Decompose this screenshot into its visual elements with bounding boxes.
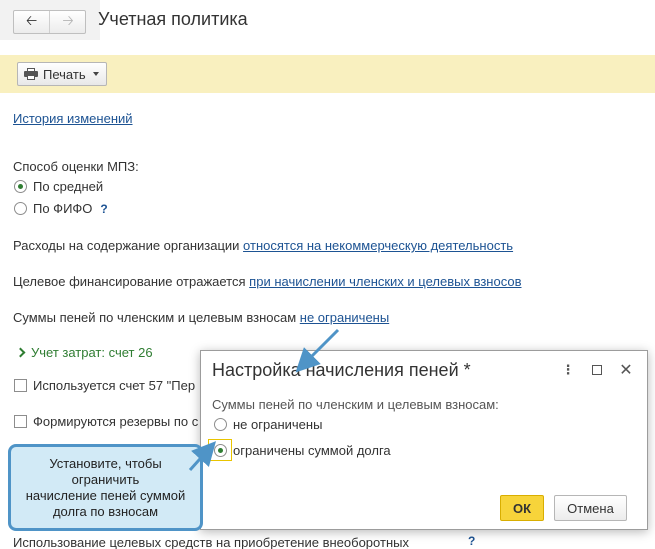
expenses-link[interactable]: относятся на некоммерческую деятельность (243, 238, 513, 253)
expenses-row: Расходы на содержание организации относя… (13, 238, 513, 253)
checkbox-label: Используется счет 57 "Пер (33, 378, 196, 393)
more-icon[interactable]: ⋮ (559, 361, 577, 379)
radio-button-checked[interactable] (214, 444, 227, 457)
help-icon[interactable]: ? (468, 534, 475, 548)
close-icon[interactable]: ✕ (617, 361, 635, 379)
radio-mpz-fifo[interactable]: По ФИФО ? (14, 201, 108, 216)
forward-button[interactable]: 🡢 (50, 11, 86, 33)
checkbox-reserves[interactable]: Формируются резервы по с (14, 414, 198, 429)
print-button-label: Печать (43, 66, 86, 82)
financing-link[interactable]: при начислении членских и целевых взносо… (249, 274, 521, 289)
dialog-title: Настройка начисления пеней * (212, 360, 471, 380)
cancel-button[interactable]: Отмена (554, 495, 627, 521)
checkbox-label: Формируются резервы по с (33, 414, 199, 429)
callout-text: Установите, чтобы ограничить начисление … (25, 455, 186, 519)
help-icon[interactable]: ? (100, 202, 107, 216)
maximize-icon[interactable] (588, 361, 606, 379)
chevron-right-icon (15, 347, 26, 358)
ok-button[interactable]: ОК (500, 495, 544, 521)
expenses-label: Расходы на содержание организации (13, 238, 240, 253)
arrow-right-icon: 🡢 (62, 12, 74, 28)
fixed-assets-row-label: Использование целевых средств на приобре… (13, 535, 409, 549)
checkbox[interactable] (14, 379, 27, 392)
arrow-left-icon: 🡠 (25, 12, 38, 28)
radio-button[interactable] (214, 418, 227, 431)
command-bar: Печать (0, 55, 655, 93)
back-button[interactable]: 🡠 (14, 11, 50, 33)
radio-label: По средней (33, 179, 104, 194)
checkbox[interactable] (14, 415, 27, 428)
financing-label: Целевое финансирование отражается (13, 274, 246, 289)
radio-button[interactable] (14, 202, 27, 215)
checkbox-account-57[interactable]: Используется счет 57 "Пер (14, 378, 195, 393)
caret-down-icon (92, 72, 99, 76)
radio-limited-by-debt[interactable]: ограничены суммой долга (214, 443, 391, 458)
navigation-buttons: 🡠 🡢 (13, 10, 86, 34)
radio-mpz-average[interactable]: По средней (14, 179, 103, 194)
page-title: Учетная политика (98, 9, 248, 29)
radio-label: ограничены суммой долга (233, 443, 391, 458)
dialog-label: Суммы пеней по членским и целевым взноса… (212, 397, 499, 412)
cost-accounting-group[interactable]: Учет затрат: счет 26 (15, 345, 153, 360)
cost-group-label: Учет затрат: счет 26 (31, 345, 153, 360)
print-button[interactable]: Печать (17, 62, 107, 86)
history-link[interactable]: История изменений (13, 111, 133, 126)
penalties-label: Суммы пеней по членским и целевым взноса… (13, 310, 297, 325)
radio-label: не ограничены (233, 417, 323, 432)
mpz-label: Способ оценки МПЗ: (13, 159, 139, 174)
penalties-link[interactable]: не ограничены (300, 310, 389, 325)
penalty-settings-dialog: Настройка начисления пеней * ⋮ ✕ Суммы п… (200, 350, 648, 530)
radio-button-checked[interactable] (14, 180, 27, 193)
title-bar: 🡠 🡢 (0, 0, 100, 40)
printer-icon (24, 68, 38, 80)
hint-callout: Установите, чтобы ограничить начисление … (8, 444, 203, 531)
radio-unlimited[interactable]: не ограничены (214, 417, 322, 432)
penalties-row: Суммы пеней по членским и целевым взноса… (13, 310, 389, 325)
radio-label: По ФИФО (33, 201, 93, 216)
financing-row: Целевое финансирование отражается при на… (13, 274, 522, 289)
